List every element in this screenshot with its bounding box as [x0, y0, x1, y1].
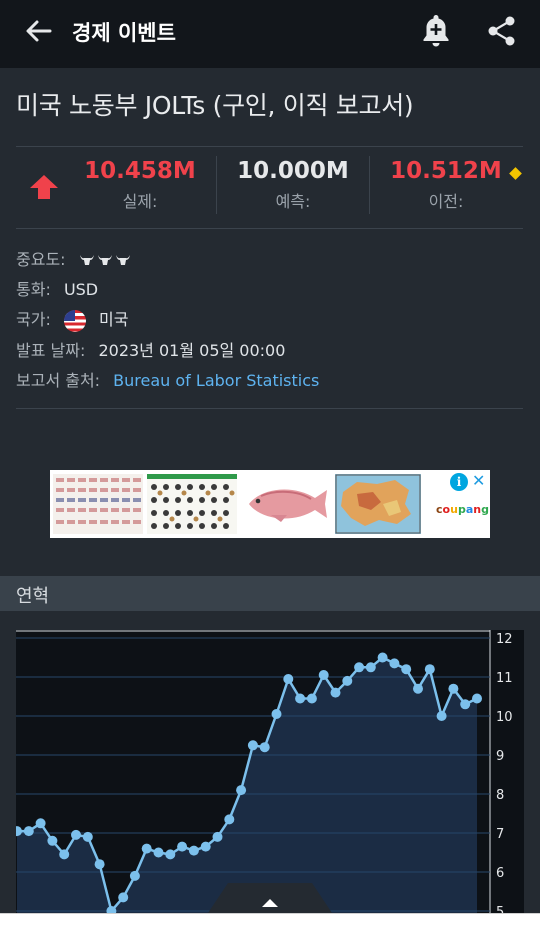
divider [16, 146, 523, 147]
data-point [295, 693, 306, 704]
ad-brand-logo: coupang [436, 503, 489, 516]
data-point [94, 859, 105, 870]
currency-value: USD [63, 280, 99, 299]
bull-icon [79, 255, 94, 265]
country-label: 국가: [16, 310, 51, 329]
release-date-row: 발표 날짜: 2023년 01월 05일 00:00 [16, 337, 285, 361]
data-point [318, 670, 329, 680]
history-chart[interactable]: 12111098765 [16, 630, 524, 920]
bull-icon [97, 255, 112, 265]
divider [16, 408, 523, 409]
ad-image-animal-cards [147, 474, 237, 534]
screen-title: 경제 이벤트 [72, 21, 176, 45]
actual-stat: 10.458M 실제: [84, 158, 196, 212]
y-tick-label: 6 [496, 866, 504, 881]
system-nav-bar [0, 913, 540, 925]
data-point [129, 870, 140, 881]
currency-row: 통화: USD [16, 276, 98, 300]
source-label: 보고서 출처: [16, 371, 101, 390]
close-icon[interactable]: ✕ [472, 471, 485, 490]
data-point [377, 652, 388, 663]
forecast-value: 10.000M [237, 158, 349, 184]
data-point [271, 709, 282, 719]
data-point [401, 664, 412, 675]
app-bar: 경제 이벤트 [0, 0, 540, 68]
y-tick-label: 8 [496, 788, 504, 803]
source-row: 보고서 출처: Bureau of Labor Statistics [16, 367, 319, 391]
data-point [306, 693, 317, 704]
actual-label: 실제: [122, 192, 158, 211]
ad-image-fish [241, 474, 331, 534]
data-point [153, 847, 164, 858]
currency-label: 통화: [16, 280, 51, 299]
section-title: 연혁 [16, 586, 50, 607]
data-point [365, 662, 376, 673]
data-point [354, 662, 365, 673]
source-link[interactable]: Bureau of Labor Statistics [113, 371, 319, 390]
forecast-label: 예측: [275, 192, 311, 211]
data-point [389, 658, 400, 669]
info-icon[interactable]: i [450, 473, 468, 491]
previous-revision-marker [509, 167, 522, 180]
y-tick-label: 7 [496, 827, 504, 842]
importance-label: 중요도: [16, 250, 66, 269]
data-point [247, 740, 258, 751]
data-point [141, 843, 152, 854]
importance-row: 중요도: [16, 246, 133, 270]
data-point [259, 742, 270, 753]
data-point [236, 785, 247, 796]
data-point [177, 841, 188, 852]
data-point [436, 711, 447, 721]
data-point [118, 892, 129, 903]
previous-stat: 10.512M 이전: [389, 158, 503, 212]
stat-separator [369, 156, 370, 214]
y-tick-label: 9 [496, 749, 504, 764]
y-tick-label: 12 [496, 632, 513, 647]
ad-image-chart-sheet [53, 474, 143, 534]
data-point [413, 683, 423, 694]
divider [16, 228, 523, 229]
data-point [200, 841, 211, 852]
data-point [224, 814, 235, 825]
stat-separator [216, 156, 217, 214]
data-point [212, 831, 223, 842]
forecast-stat: 10.000M 예측: [236, 158, 350, 212]
release-label: 발표 날짜: [16, 341, 86, 360]
data-point [330, 687, 341, 698]
data-point [342, 675, 353, 686]
data-point [188, 845, 199, 856]
us-flag-icon [63, 309, 86, 332]
country-value: 미국 [99, 310, 129, 329]
event-title: 미국 노동부 JOLTs (구인, 이직 보고서) [16, 91, 414, 120]
ad-banner[interactable]: i ✕ coupang [50, 470, 490, 538]
data-point [82, 831, 93, 842]
data-point [165, 849, 176, 860]
data-point [460, 699, 471, 710]
data-point [283, 674, 294, 684]
release-value: 2023년 01월 05일 00:00 [98, 341, 286, 360]
actual-value: 10.458M [84, 158, 196, 184]
history-section-header: 연혁 [0, 576, 540, 611]
bull-icon [115, 255, 130, 265]
previous-value: 10.512M [390, 158, 502, 184]
add-alert-bell-icon[interactable] [418, 12, 454, 50]
previous-label: 이전: [428, 192, 464, 211]
data-point [47, 835, 58, 846]
country-row: 국가: 미국 [16, 306, 128, 332]
data-point [448, 683, 459, 694]
back-arrow-icon[interactable] [22, 14, 56, 48]
y-tick-label: 10 [496, 710, 513, 725]
share-icon[interactable] [484, 12, 520, 50]
data-point [71, 829, 81, 840]
data-point [35, 818, 46, 829]
data-point [59, 849, 70, 860]
data-point [472, 693, 482, 704]
data-point [23, 826, 34, 837]
ad-image-map [335, 474, 421, 534]
data-point [424, 664, 435, 675]
y-tick-label: 11 [496, 671, 513, 686]
importance-bulls [79, 251, 133, 270]
up-arrow-icon [30, 175, 58, 199]
